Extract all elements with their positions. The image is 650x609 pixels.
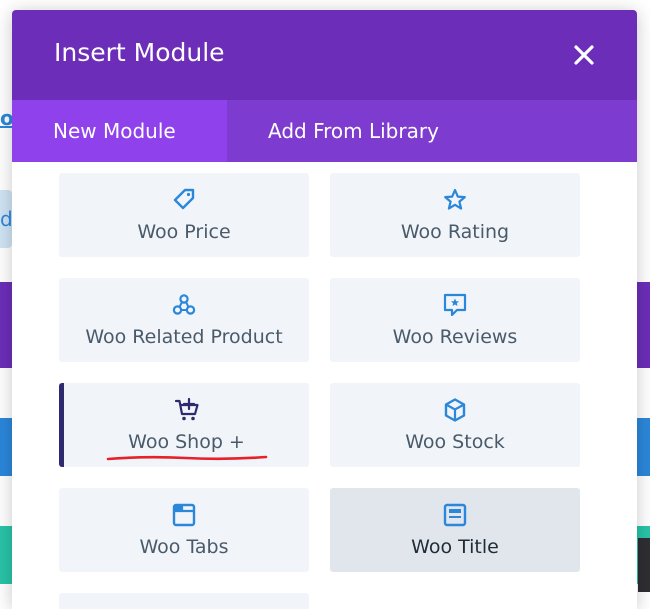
tabs-icon	[171, 502, 197, 528]
module-label: Woo Reviews	[392, 326, 518, 348]
module-woo-reviews[interactable]: Woo Reviews	[330, 278, 580, 362]
close-icon	[574, 45, 594, 65]
module-label: Woo Shop +	[128, 431, 245, 453]
background-pill: d	[0, 190, 12, 248]
tab-new-module[interactable]: New Module	[12, 100, 227, 162]
module-label: Woo Stock	[405, 431, 505, 453]
box-icon	[442, 397, 468, 423]
module-woo-title[interactable]: Woo Title	[330, 488, 580, 572]
background-dark-tab	[638, 538, 650, 592]
red-underline-annotation	[106, 454, 268, 462]
module-woo-related-product[interactable]: Woo Related Product	[59, 278, 309, 362]
cart-plus-icon	[174, 397, 200, 423]
module-woo-stock[interactable]: Woo Stock	[330, 383, 580, 467]
module-label: Woo Title	[411, 536, 499, 558]
title-icon	[442, 502, 468, 528]
module-grid: Woo Price Woo Rating Woo Related Product…	[59, 173, 580, 572]
review-bubble-icon	[442, 292, 468, 318]
background-pill-text: d	[0, 207, 12, 231]
insert-module-modal: Insert Module New Module Add From Librar…	[12, 10, 637, 609]
modal-header: Insert Module	[12, 10, 637, 100]
related-nodes-icon	[171, 292, 197, 318]
modal-tabs: New Module Add From Library	[12, 100, 637, 162]
tab-add-from-library[interactable]: Add From Library	[227, 100, 480, 162]
price-tag-icon	[171, 187, 197, 213]
module-woo-shop-plus[interactable]: Woo Shop +	[59, 383, 309, 467]
module-label: Woo Rating	[400, 221, 510, 243]
star-icon	[442, 187, 468, 213]
module-woo-rating[interactable]: Woo Rating	[330, 173, 580, 257]
module-label: Woo Related Product	[85, 326, 283, 348]
module-label: Woo Tabs	[139, 536, 229, 558]
module-woo-price[interactable]: Woo Price	[59, 173, 309, 257]
module-woo-tabs[interactable]: Woo Tabs	[59, 488, 309, 572]
close-button[interactable]	[569, 40, 599, 70]
module-label: Woo Price	[137, 221, 231, 243]
module-partial-next-row[interactable]	[59, 593, 309, 609]
modal-title: Insert Module	[54, 38, 225, 67]
